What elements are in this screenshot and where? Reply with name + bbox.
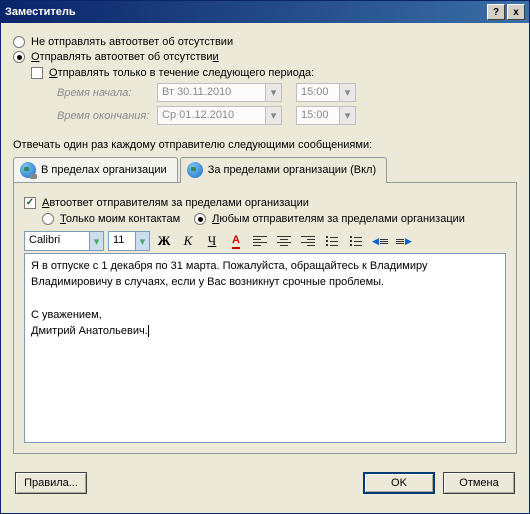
option-autoreply-outside[interactable]: Автоответ отправителям за пределами орга… [24, 197, 506, 209]
row-end-time: Время окончания: Ср 01.12.2010▾ 15:00▾ [57, 106, 517, 125]
chevron-down-icon[interactable]: ▾ [265, 84, 281, 101]
underline-button[interactable]: Ч [202, 231, 222, 251]
number-list-button[interactable] [346, 231, 366, 251]
dialog-footer: Правила... OK Отмена [1, 462, 529, 504]
chevron-down-icon[interactable]: ▾ [339, 84, 355, 101]
align-right-button[interactable] [298, 231, 318, 251]
radio-icon[interactable] [194, 213, 206, 225]
option-label[interactable]: Только моим контактам [60, 213, 180, 225]
text-cursor [148, 325, 149, 337]
tab-label: В пределах организации [41, 164, 167, 176]
font-size-select[interactable]: 11▾ [108, 231, 150, 251]
row-start-time: Время начала: Вт 30.11.2010▾ 15:00▾ [57, 83, 517, 102]
reply-label: Отвечать один раз каждому отправителю сл… [13, 139, 517, 151]
globe-org-icon [20, 162, 36, 178]
cancel-button[interactable]: Отмена [443, 472, 515, 494]
radio-icon [13, 36, 25, 48]
option-label: Отправлять автоответ об отсутствии [31, 51, 219, 63]
align-left-button[interactable] [250, 231, 270, 251]
label-start: Время начала: [57, 87, 157, 99]
font-family-select[interactable]: Calibri▾ [24, 231, 104, 251]
bold-button[interactable]: Ж [154, 231, 174, 251]
start-time-field[interactable]: 15:00▾ [296, 83, 356, 102]
checkbox-icon [24, 197, 36, 209]
tab-panel: Автоответ отправителям за пределами орга… [13, 183, 517, 454]
font-color-button[interactable]: A [226, 231, 246, 251]
bullet-list-button[interactable] [322, 231, 342, 251]
chevron-down-icon[interactable]: ▾ [265, 107, 281, 124]
recipient-scope: Только моим контактам Любым отправителям… [42, 213, 506, 225]
option-label[interactable]: Любым отправителям за пределами организа… [212, 213, 465, 225]
radio-icon [13, 51, 25, 63]
close-button[interactable]: x [507, 4, 525, 20]
chevron-down-icon[interactable]: ▾ [339, 107, 355, 124]
end-date-field[interactable]: Ср 01.12.2010▾ [157, 106, 282, 125]
rules-button[interactable]: Правила... [15, 472, 87, 494]
italic-button[interactable]: К [178, 231, 198, 251]
align-center-button[interactable] [274, 231, 294, 251]
decrease-indent-button[interactable]: ◀ [370, 231, 390, 251]
tab-strip: В пределах организации За пределами орга… [13, 157, 517, 183]
option-send-autoreply[interactable]: Отправлять автоответ об отсутствии [13, 51, 517, 63]
option-label: Автоответ отправителям за пределами орга… [42, 197, 309, 209]
end-time-field[interactable]: 15:00▾ [296, 106, 356, 125]
message-editor[interactable]: Я в отпуске с 1 декабря по 31 марта. Пож… [24, 253, 506, 443]
titlebar[interactable]: Заместитель ? x [1, 1, 529, 23]
format-toolbar: Calibri▾ 11▾ Ж К Ч A ◀ ▶ [24, 231, 506, 251]
option-period[interactable]: Отправлять только в течение следующего п… [31, 67, 517, 79]
radio-icon[interactable] [42, 213, 54, 225]
chevron-down-icon[interactable]: ▾ [135, 232, 149, 250]
help-button[interactable]: ? [487, 4, 505, 20]
period-block: Отправлять только в течение следующего п… [31, 67, 517, 125]
option-label: Не отправлять автоответ об отсутствии [31, 36, 233, 48]
tab-label: За пределами организации (Вкл) [208, 164, 376, 176]
globe-icon [187, 162, 203, 178]
option-label: Отправлять только в течение следующего п… [49, 67, 314, 79]
chevron-down-icon[interactable]: ▾ [89, 232, 103, 250]
dialog-window: Заместитель ? x Не отправлять автоответ … [0, 0, 530, 514]
ok-button[interactable]: OK [363, 472, 435, 494]
start-date-field[interactable]: Вт 30.11.2010▾ [157, 83, 282, 102]
label-end: Время окончания: [57, 110, 157, 122]
option-no-autoreply[interactable]: Не отправлять автоответ об отсутствии [13, 36, 517, 48]
title-text: Заместитель [5, 6, 485, 18]
dialog-body: Не отправлять автоответ об отсутствии От… [1, 23, 529, 462]
tab-inside-org[interactable]: В пределах организации [13, 157, 178, 182]
tab-outside-org[interactable]: За пределами организации (Вкл) [180, 157, 387, 183]
message-text: Я в отпуске с 1 декабря по 31 марта. Пож… [31, 260, 431, 337]
increase-indent-button[interactable]: ▶ [394, 231, 414, 251]
checkbox-icon [31, 67, 43, 79]
